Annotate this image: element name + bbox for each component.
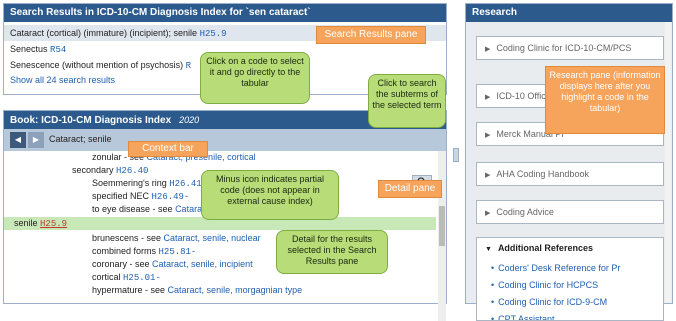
accordion-label: AHA Coding Handbook [496, 169, 589, 179]
chevron-right-icon: ▶ [485, 94, 491, 101]
accordion-coding-advice[interactable]: ▶ Coding Advice [476, 200, 664, 224]
index-entry: secondary H26.40 [72, 165, 148, 176]
reference-link[interactable]: Coding Clinic for HCPCS [491, 277, 663, 294]
forward-arrow-icon[interactable]: ▶ [28, 132, 44, 148]
callout-detail-results: Detail for the results selected in the S… [276, 230, 388, 274]
chevron-right-icon: ▶ [485, 46, 491, 53]
index-entry: brunescens - see Cataract, senile, nucle… [92, 233, 261, 243]
accordion-label: Coding Advice [496, 207, 554, 217]
entry-text: cortical [92, 272, 124, 282]
chevron-right-icon: ▶ [485, 210, 491, 217]
search-results-title: Search Results in ICD-10-CM Diagnosis In… [4, 4, 446, 22]
chevron-down-icon: ▼ [485, 246, 492, 253]
book-year: 2020 [179, 115, 200, 125]
callout-context-bar: Context bar [128, 141, 208, 157]
scrollbar-thumb[interactable] [439, 206, 445, 246]
entry-link[interactable]: Cataract, senile, incipient [152, 259, 253, 269]
index-entry: specified NEC H26.49- [92, 191, 189, 202]
entry-text: brunescens - see [92, 233, 164, 243]
entry-code[interactable]: H26.49- [152, 192, 190, 202]
index-entry: cortical H25.01- [92, 272, 161, 283]
entry-text: combined forms [92, 246, 159, 256]
chevron-right-icon: ▶ [485, 132, 491, 139]
index-entry: combined forms H25.81- [92, 246, 196, 257]
callout-search-results-pane: Search Results pane [316, 26, 426, 44]
entry-text: senile [14, 218, 41, 228]
result-text: Senectus [10, 44, 48, 54]
entry-text: specified NEC [92, 191, 152, 201]
result-code[interactable]: R54 [50, 45, 66, 55]
accordion-label: Coding Clinic for ICD-10-CM/PCS [496, 43, 632, 53]
callout-research-pane: Research pane (information displays here… [545, 66, 665, 134]
result-code[interactable]: H25.9 [200, 29, 227, 39]
entry-code[interactable]: H25.81- [159, 247, 197, 257]
context-bar: ◀ ▶ Cataract; senile [4, 129, 446, 151]
entry-code[interactable]: H26.40 [116, 166, 148, 176]
result-code[interactable]: R [186, 61, 191, 71]
entry-code[interactable]: H25.01- [123, 273, 161, 283]
chevron-right-icon: ▶ [485, 172, 491, 179]
reference-link[interactable]: Coders' Desk Reference for Pr [491, 260, 663, 277]
accordion-aha-coding-handbook[interactable]: ▶ AHA Coding Handbook [476, 162, 664, 186]
context-text: Cataract; senile [49, 134, 112, 144]
result-text: Cataract (cortical) (immature) (incipien… [10, 28, 198, 38]
index-entry: hypermature - see Cataract, senile, morg… [92, 285, 302, 295]
reference-link[interactable]: CPT Assistant [491, 311, 663, 320]
research-title: Research [466, 4, 672, 22]
entry-link[interactable]: Cataract, senile, nuclear [164, 233, 261, 243]
callout-minus-icon: Minus icon indicates partial code (does … [201, 170, 339, 220]
back-arrow-icon[interactable]: ◀ [10, 132, 26, 148]
accordion-label: Additional References [497, 243, 593, 253]
entry-text: to eye disease - see [92, 204, 176, 214]
detail-scrollbar[interactable] [438, 151, 446, 321]
callout-click-code: Click on a code to select it and go dire… [200, 52, 310, 104]
entry-link[interactable]: Cataract, senile, morgagnian type [168, 285, 303, 295]
result-text: Senescence (without mention of psychosis… [10, 60, 184, 70]
entry-text: Soemmering's ring [92, 178, 170, 188]
entry-text: secondary [72, 165, 117, 175]
accordion-additional-references[interactable]: ▼ Additional References Coders' Desk Refe… [476, 237, 664, 321]
entry-text: hypermature - see [92, 285, 168, 295]
research-pane: Research ▶ Coding Clinic for ICD-10-CM/PC… [465, 3, 673, 321]
reference-link[interactable]: Coding Clinic for ICD-9-CM [491, 294, 663, 311]
research-scrollbar[interactable] [665, 22, 671, 303]
entry-code[interactable]: H25.9 [40, 219, 67, 229]
entry-text: coronary - see [92, 259, 153, 269]
book-title: Book: ICD-10-CM Diagnosis Index [10, 115, 172, 126]
accordion-coding-clinic-icd10[interactable]: ▶ Coding Clinic for ICD-10-CM/PCS [476, 36, 664, 60]
callout-click-search: Click to search the subterms of the sele… [368, 74, 446, 128]
index-entry: Soemmering's ring H26.41- [92, 178, 207, 189]
index-entry: coronary - see Cataract, senile, incipie… [92, 259, 253, 269]
pane-splitter-handle[interactable] [453, 148, 459, 162]
callout-detail-pane: Detail pane [378, 180, 442, 198]
